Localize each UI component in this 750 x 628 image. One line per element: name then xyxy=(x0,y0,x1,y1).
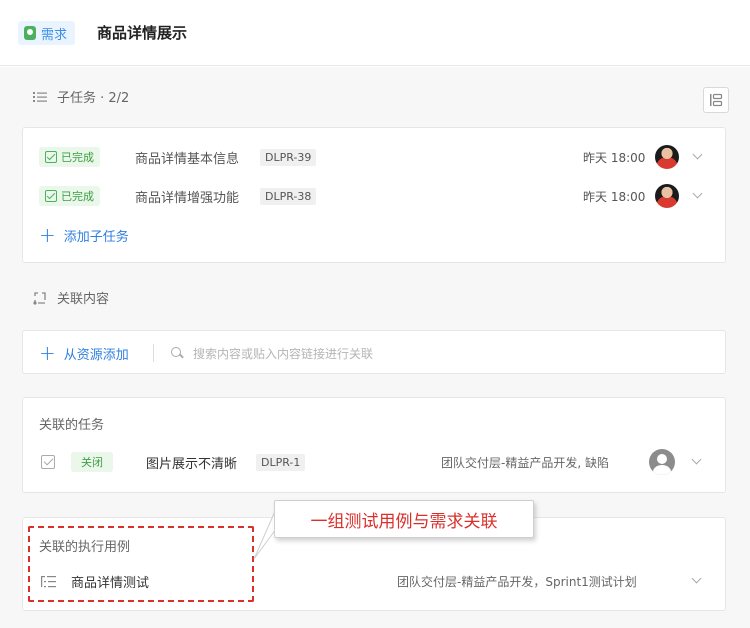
status-label: 已完成 xyxy=(61,151,94,164)
user-avatar-icon[interactable] xyxy=(649,449,675,475)
chevron-down-icon[interactable] xyxy=(692,149,703,160)
chevron-down-icon[interactable] xyxy=(691,454,702,465)
link-relation-icon xyxy=(33,291,46,305)
chevron-down-icon[interactable] xyxy=(692,188,703,199)
page-title: 商品详情展示 xyxy=(97,24,188,42)
requirement-type-tag[interactable]: 需求 xyxy=(18,21,76,45)
check-icon xyxy=(45,190,57,202)
check-icon xyxy=(45,151,57,163)
assignee-avatar[interactable] xyxy=(655,145,679,169)
layout-icon xyxy=(710,93,723,107)
type-tag-label: 需求 xyxy=(41,27,68,43)
annotation-highlight-box xyxy=(28,526,254,602)
search-icon xyxy=(171,347,183,359)
table-row[interactable]: 已完成 商品详情基本信息 DLPR-39 昨天 18:00 xyxy=(23,142,725,172)
search-input[interactable]: 搜索内容或贴入内容链接进行关联 xyxy=(171,338,711,368)
chevron-down-icon[interactable] xyxy=(691,573,702,584)
list-icon xyxy=(33,91,47,102)
related-task-name[interactable]: 图片展示不清晰 xyxy=(146,453,237,472)
related-tasks-card: 关联的任务 关闭 图片展示不清晰 DLPR-1 团队交付层-精益产品开发, 缺陷 xyxy=(22,397,726,493)
related-task-code: DLPR-1 xyxy=(256,453,306,471)
add-subtask-button[interactable]: + 添加子任务 xyxy=(39,220,741,250)
status-label: 已完成 xyxy=(61,190,94,203)
status-badge[interactable]: 已完成 xyxy=(39,186,100,206)
plus-icon: + xyxy=(39,223,56,247)
annotation-callout: 一组测试用例与需求关联 xyxy=(274,500,534,538)
related-task-project: 团队交付层-精益产品开发, 缺陷 xyxy=(441,455,609,470)
subtask-code: DLPR-38 xyxy=(260,187,317,205)
related-tasks-title: 关联的任务 xyxy=(39,418,105,433)
table-row[interactable]: 关闭 图片展示不清晰 DLPR-1 团队交付层-精益产品开发, 缺陷 xyxy=(23,447,725,477)
subtasks-title-text: 子任务 · 2/2 xyxy=(57,91,130,106)
add-from-resource-label: 从资源添加 xyxy=(63,347,129,363)
due-time: 昨天 18:00 xyxy=(583,150,646,165)
related-title-text: 关联内容 xyxy=(57,292,110,307)
add-subtask-label: 添加子任务 xyxy=(63,229,129,245)
subtasks-section-title: 子任务 · 2/2 xyxy=(33,87,129,106)
subtask-name[interactable]: 商品详情基本信息 xyxy=(135,148,239,167)
subtasks-card: 已完成 商品详情基本信息 DLPR-39 昨天 18:00 已完成 商品详情增强… xyxy=(22,127,726,263)
status-badge[interactable]: 关闭 xyxy=(71,452,113,472)
layout-toggle-button[interactable] xyxy=(703,87,729,113)
related-add-bar: + 从资源添加 搜索内容或贴入内容链接进行关联 xyxy=(22,330,726,374)
plus-icon: + xyxy=(39,341,56,365)
due-time: 昨天 18:00 xyxy=(583,189,646,204)
subtask-code: DLPR-39 xyxy=(260,148,317,166)
divider xyxy=(153,344,154,362)
table-row[interactable]: 已完成 商品详情增强功能 DLPR-38 昨天 18:00 xyxy=(23,181,725,211)
detail-panel: 子任务 · 2/2 已完成 商品详情基本信息 DLPR-39 昨天 18:00 … xyxy=(0,67,750,628)
case-project: 团队交付层-精益产品开发，Sprint1测试计划 xyxy=(397,574,637,589)
related-section-title: 关联内容 xyxy=(33,288,109,307)
page-header: 需求 商品详情展示 xyxy=(0,0,750,66)
subtask-name[interactable]: 商品详情增强功能 xyxy=(135,187,239,206)
status-label: 关闭 xyxy=(81,456,103,469)
lightbulb-icon xyxy=(24,26,36,40)
assignee-avatar[interactable] xyxy=(655,184,679,208)
task-type-icon xyxy=(41,455,55,469)
search-placeholder: 搜索内容或贴入内容链接进行关联 xyxy=(193,346,374,361)
status-badge[interactable]: 已完成 xyxy=(39,147,100,167)
add-from-resource-button[interactable]: + 从资源添加 xyxy=(39,338,169,368)
